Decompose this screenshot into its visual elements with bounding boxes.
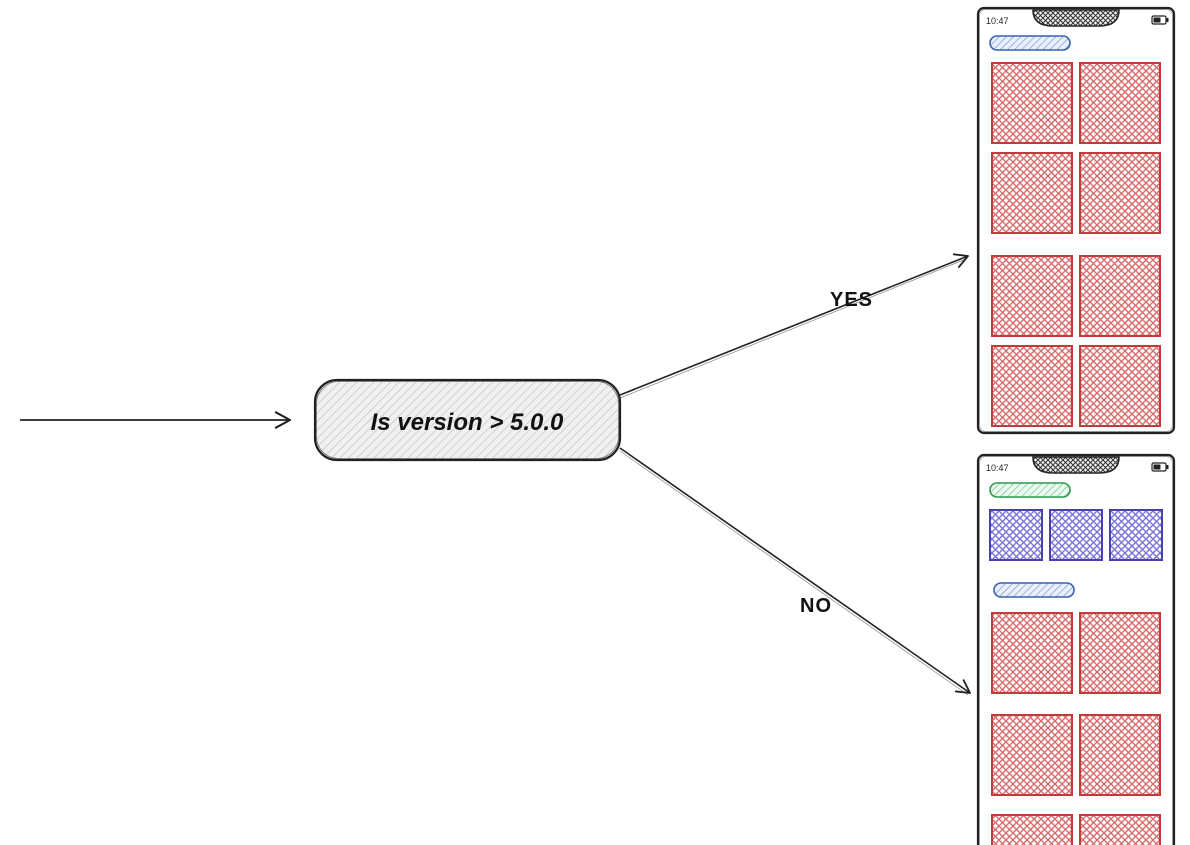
status-time-yes: 10:47	[986, 16, 1009, 26]
decision-label: Is version > 5.0.0	[371, 409, 564, 436]
yes-arrow: YES	[620, 256, 968, 398]
no-arrow: NO	[620, 448, 970, 695]
no-label: NO	[800, 595, 832, 617]
yes-label: YES	[830, 289, 873, 311]
status-time-no: 10:47	[986, 463, 1009, 473]
header-pill-green	[990, 483, 1070, 497]
section-pill-blue	[994, 583, 1074, 597]
phone-yes-mockup: 10:47	[978, 8, 1174, 433]
decision-node: Is version > 5.0.0	[315, 380, 620, 460]
diagram-canvas: Is version > 5.0.0 YES NO 10:47	[0, 0, 1190, 845]
purple-row	[990, 510, 1162, 560]
phone-no-mockup: 10:47	[978, 455, 1174, 845]
header-pill-blue	[990, 36, 1070, 50]
